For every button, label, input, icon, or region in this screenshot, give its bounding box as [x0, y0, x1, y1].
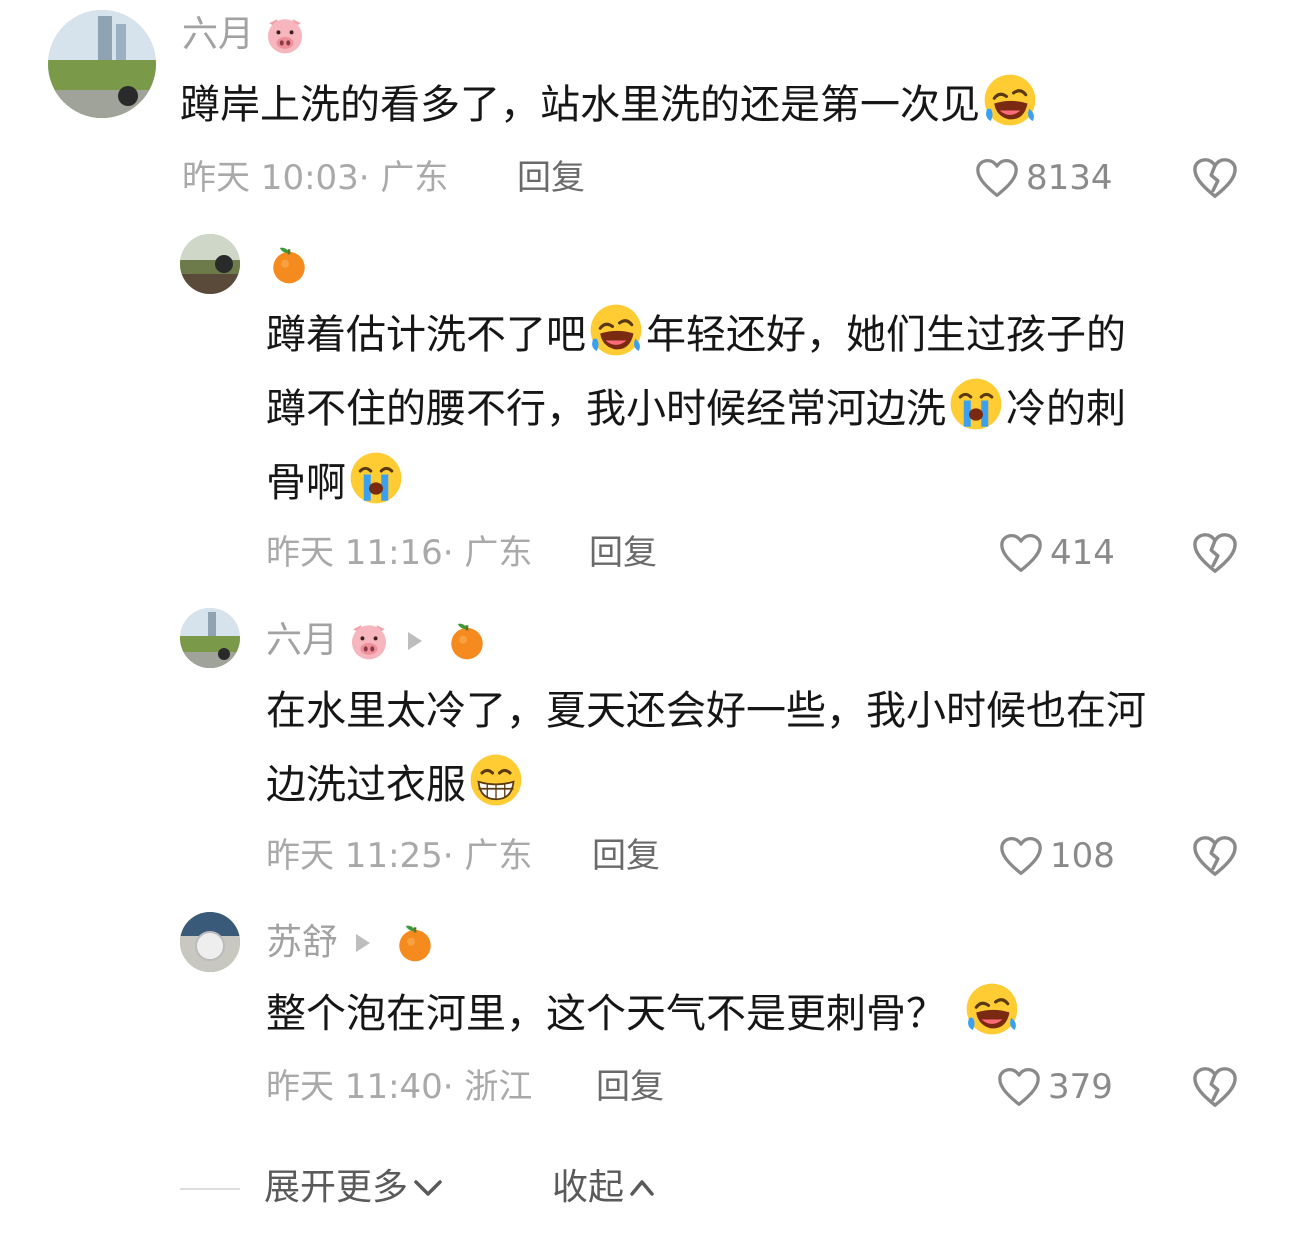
- like-button[interactable]: 379: [996, 1066, 1113, 1108]
- chevron-up-icon: [630, 1180, 654, 1196]
- dislike-button[interactable]: [1191, 531, 1239, 575]
- broken-heart-icon: [1191, 531, 1239, 575]
- heart-outline-icon: [998, 532, 1044, 574]
- comment-author[interactable]: 六月: [182, 14, 306, 56]
- avatar[interactable]: [180, 234, 240, 294]
- dislike-button[interactable]: [1191, 834, 1239, 878]
- reply-button[interactable]: 回复: [596, 1067, 664, 1107]
- comment-text[interactable]: 蹲岸上洗的看多了，站水里洗的还是第一次见: [180, 68, 1180, 142]
- heart-outline-icon: [998, 835, 1044, 877]
- comment-meta: 昨天 10:03· 广东: [182, 158, 449, 198]
- collapse-button[interactable]: 收起: [552, 1168, 656, 1208]
- comment-meta: 昨天 11:40· 浙江: [266, 1067, 533, 1107]
- dislike-button[interactable]: [1191, 1065, 1239, 1109]
- avatar[interactable]: [180, 608, 240, 668]
- chevron-down-icon: [414, 1180, 442, 1196]
- reply-button[interactable]: 回复: [517, 158, 585, 198]
- author-name: 六月: [182, 14, 255, 55]
- like-button[interactable]: 108: [998, 835, 1115, 877]
- reply-button[interactable]: 回复: [589, 533, 657, 573]
- broken-heart-icon: [1191, 1065, 1239, 1109]
- reply-arrow-icon: [408, 632, 423, 650]
- comment-meta: 昨天 11:16· 广东: [266, 533, 533, 573]
- avatar[interactable]: [180, 912, 240, 972]
- laughing-crying-emoji-icon: [982, 72, 1038, 128]
- like-button[interactable]: 414: [998, 532, 1115, 574]
- tangerine-icon: [394, 922, 436, 964]
- heart-outline-icon: [996, 1066, 1042, 1108]
- dislike-button[interactable]: [1191, 156, 1239, 200]
- like-count: 108: [1050, 836, 1115, 876]
- pig-face-icon: [348, 620, 390, 662]
- comment-text[interactable]: 在水里太冷了，夏天还会好一些，我小时候也在河 边洗过衣服: [266, 674, 1256, 822]
- heart-outline-icon: [974, 157, 1020, 199]
- crying-emoji-icon: [348, 450, 404, 506]
- grinning-emoji-icon: [468, 752, 524, 808]
- like-count: 8134: [1026, 158, 1113, 198]
- reply-arrow-icon: [356, 934, 371, 952]
- comment-text[interactable]: 蹲着估计洗不了吧 年轻还好，她们生过孩子的 蹲不住的腰不行，我小时候经常河边洗 冷的…: [266, 298, 1226, 520]
- broken-heart-icon: [1191, 156, 1239, 200]
- crying-emoji-icon: [948, 376, 1004, 432]
- author-name: 苏舒: [266, 922, 339, 963]
- like-button[interactable]: 8134: [974, 157, 1113, 199]
- expand-more-button[interactable]: 展开更多: [264, 1168, 444, 1208]
- like-count: 414: [1050, 533, 1115, 573]
- comment-meta: 昨天 11:25· 广东: [266, 836, 533, 876]
- comment-text[interactable]: 整个泡在河里，这个天气不是更刺骨？: [266, 977, 1256, 1051]
- divider: [180, 1188, 240, 1190]
- tangerine-icon: [268, 244, 310, 286]
- comment-author[interactable]: [268, 244, 310, 286]
- broken-heart-icon: [1191, 834, 1239, 878]
- comment-author[interactable]: 六月: [266, 620, 488, 662]
- pig-face-icon: [264, 14, 306, 56]
- like-count: 379: [1048, 1067, 1113, 1107]
- comment-author[interactable]: 苏舒: [266, 922, 436, 964]
- author-name: 六月: [266, 620, 339, 661]
- reply-button[interactable]: 回复: [592, 836, 660, 876]
- tangerine-icon: [446, 620, 488, 662]
- avatar[interactable]: [48, 10, 156, 118]
- laughing-crying-emoji-icon: [964, 981, 1020, 1037]
- laughing-crying-emoji-icon: [588, 302, 644, 358]
